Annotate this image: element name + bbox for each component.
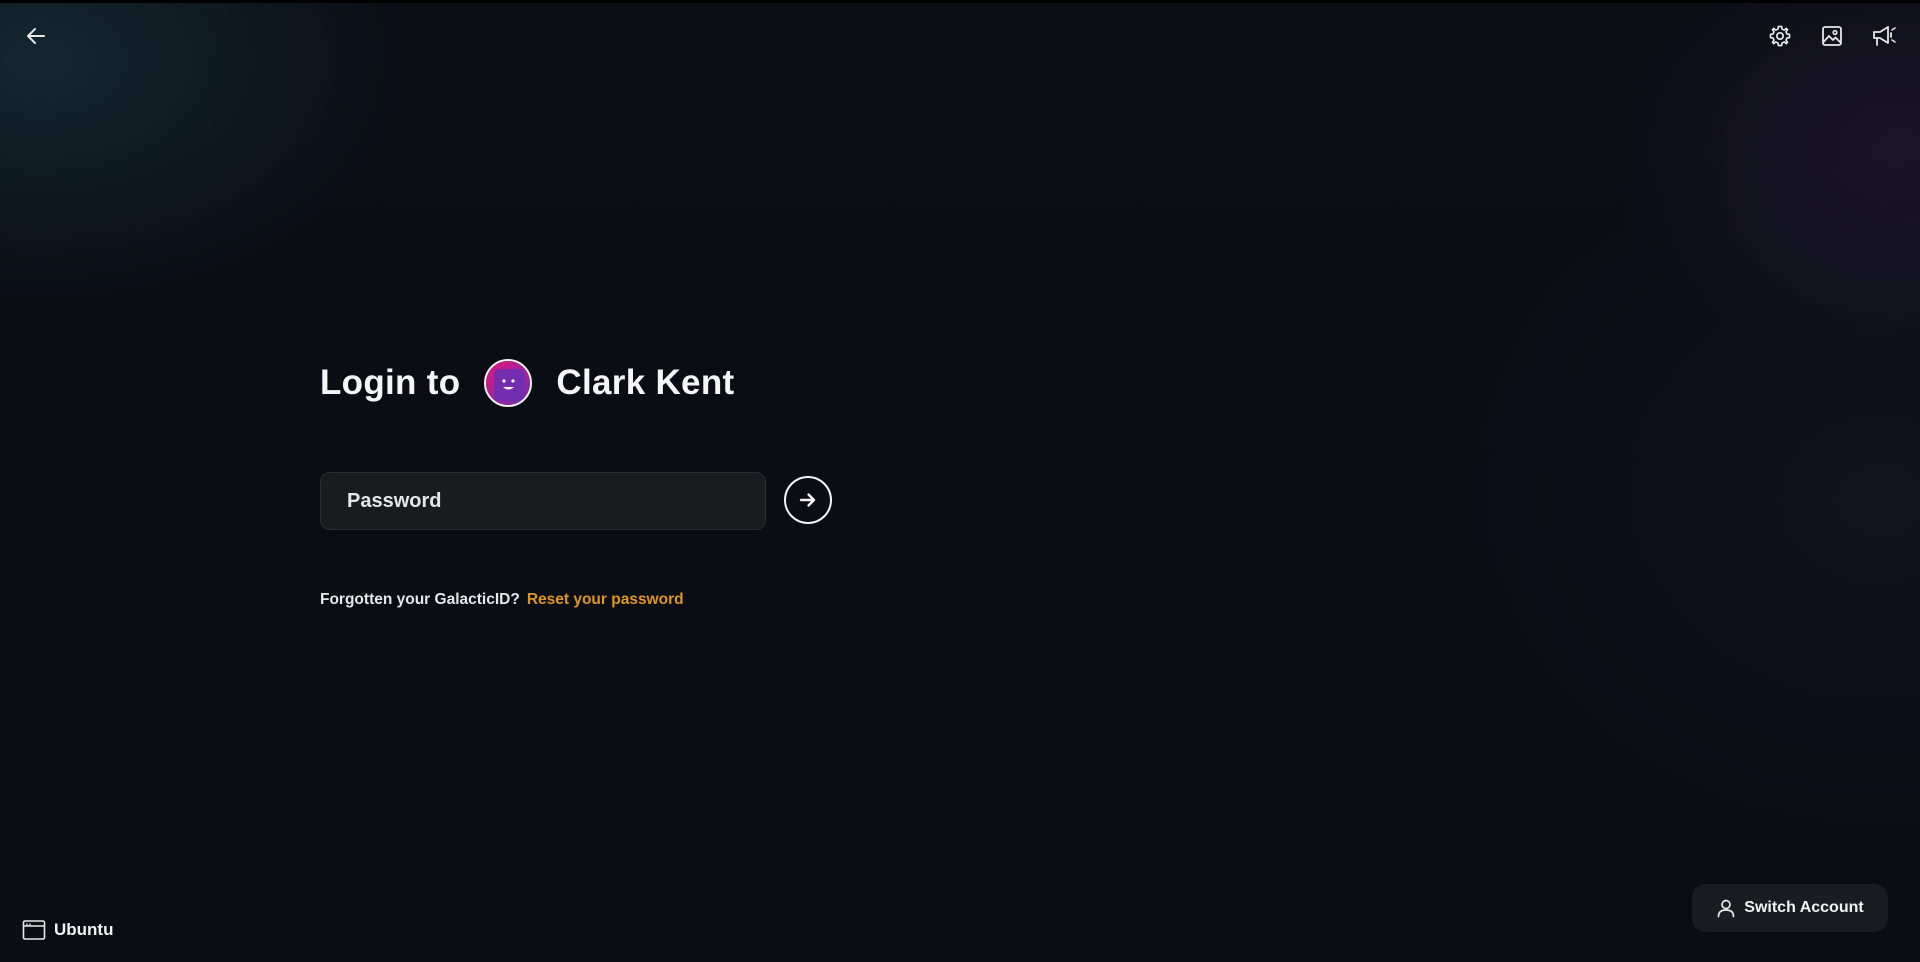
gear-icon: [1769, 25, 1791, 47]
session-label: Ubuntu: [54, 920, 114, 939]
user-icon: [1717, 899, 1735, 918]
password-field-container: [320, 472, 766, 530]
forgot-text: Forgotten your GalacticID?: [320, 591, 520, 608]
top-border: [0, 0, 1920, 3]
login-title-prefix: Login to: [320, 363, 461, 402]
arrow-left-icon: [27, 28, 45, 44]
arrow-right-icon: [799, 493, 816, 507]
reset-password-link[interactable]: Reset your password: [527, 591, 684, 609]
window-icon: [22, 920, 46, 940]
user-avatar: [484, 359, 533, 407]
user-name: Clark Kent: [556, 363, 735, 402]
switch-account-label: Switch Account: [1744, 899, 1864, 916]
session-selector[interactable]: Ubuntu: [22, 916, 113, 944]
announcements-button[interactable]: [1866, 18, 1902, 54]
login-title: Login to Clark Kent: [320, 355, 734, 411]
image-icon: [1822, 26, 1842, 46]
smiley-avatar-icon: [486, 361, 531, 405]
submit-button[interactable]: [784, 476, 832, 524]
back-button[interactable]: [18, 18, 54, 54]
megaphone-icon: [1873, 26, 1896, 46]
switch-account-button[interactable]: Switch Account: [1692, 884, 1888, 932]
settings-button[interactable]: [1762, 18, 1798, 54]
wallpaper-button[interactable]: [1814, 18, 1850, 54]
login-screen: Login to Clark Kent Forgotten your Galac…: [0, 0, 1920, 962]
forgot-password-row: Forgotten your GalacticID? Reset your pa…: [320, 590, 684, 610]
password-input[interactable]: [345, 488, 741, 514]
